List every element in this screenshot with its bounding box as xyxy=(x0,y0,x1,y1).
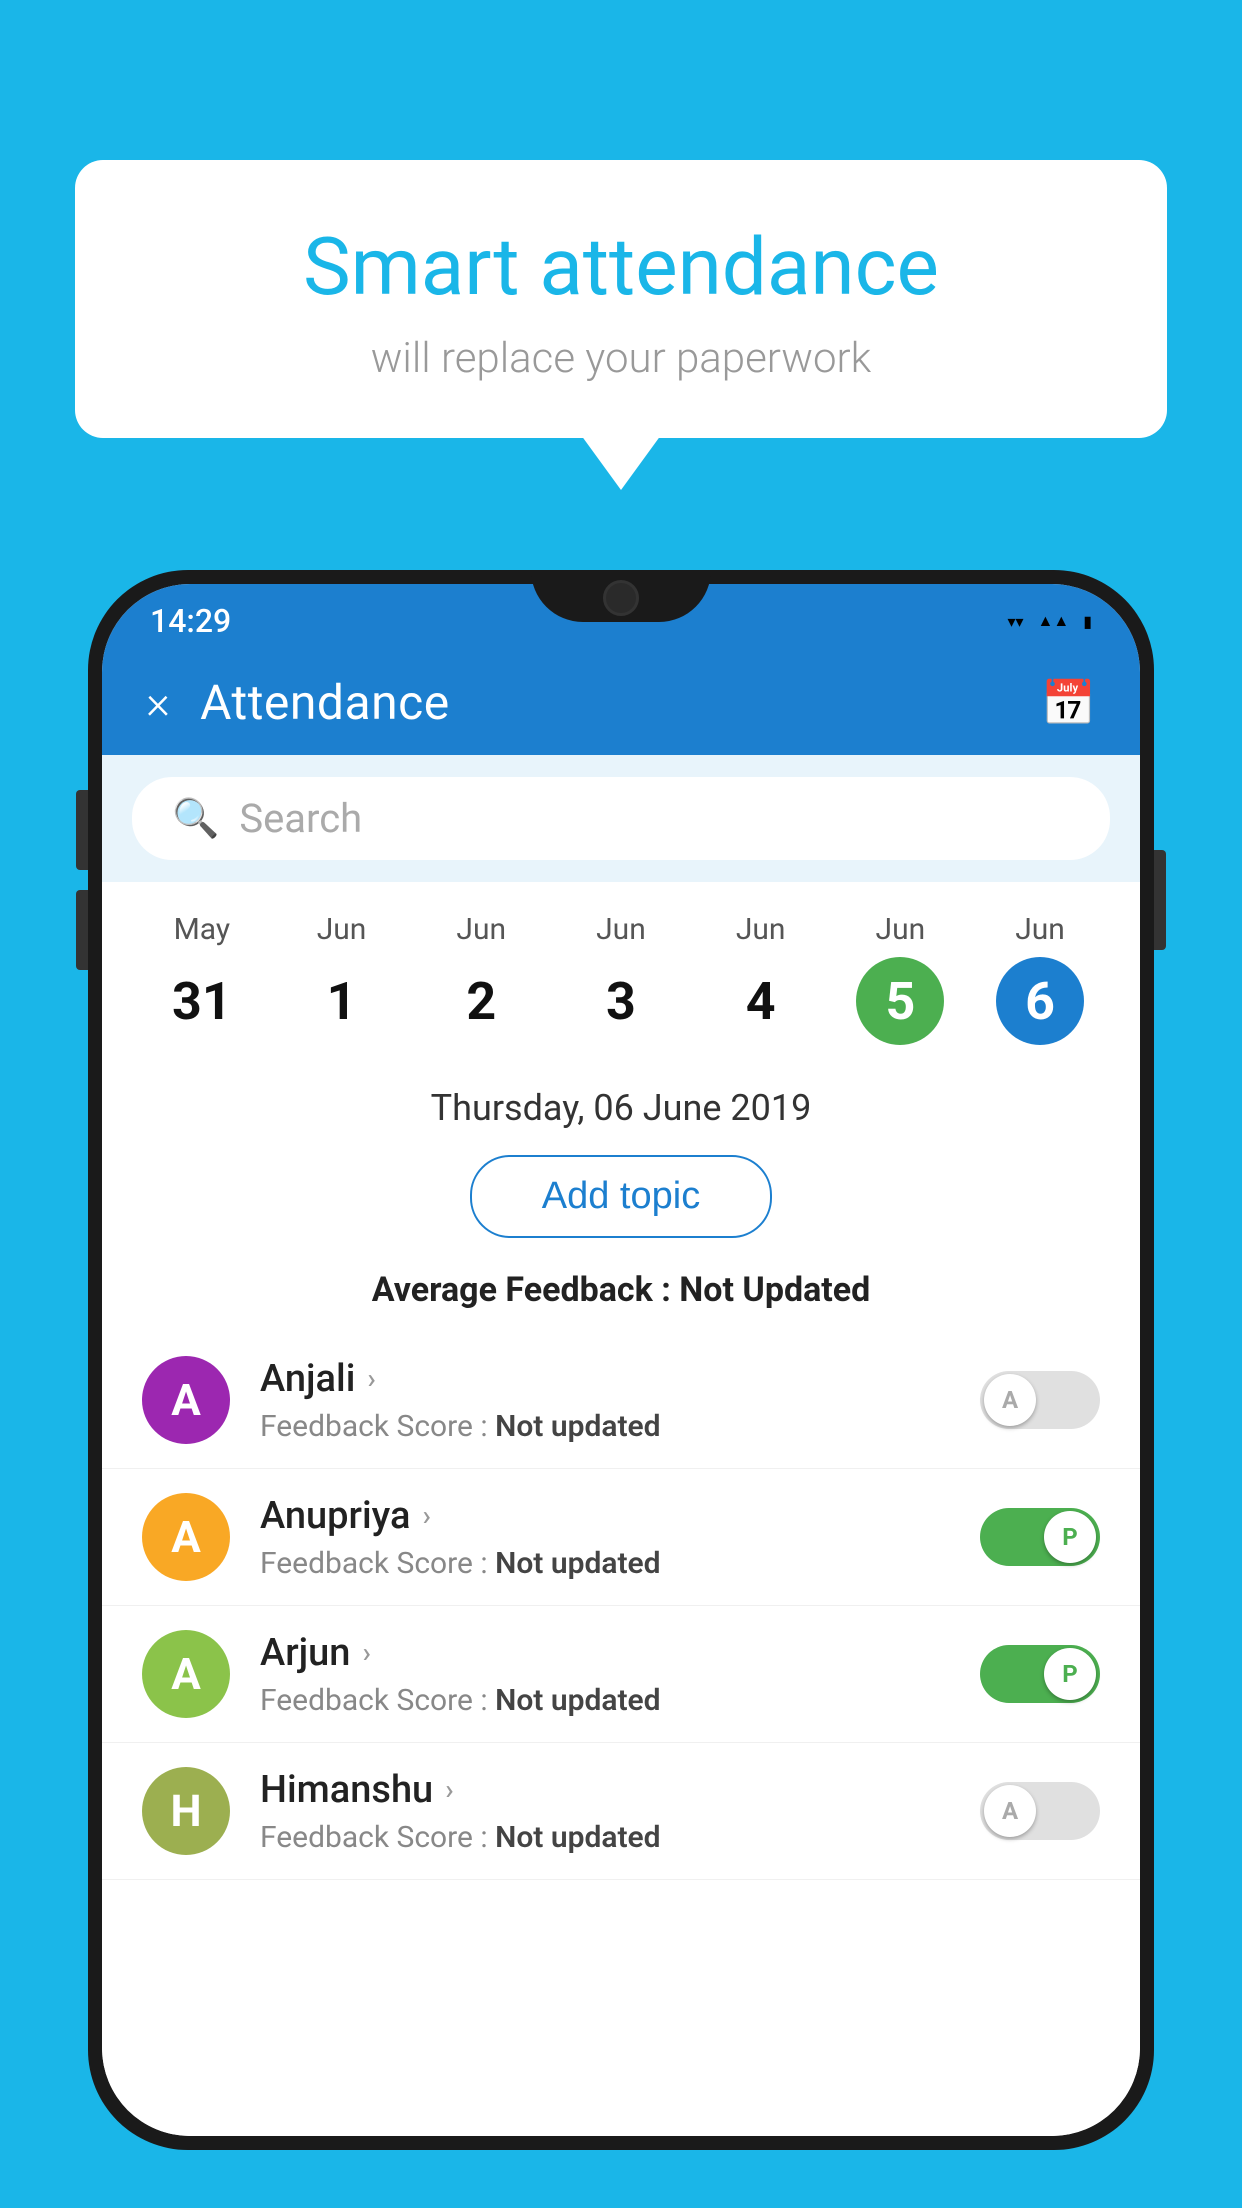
calendar-month: Jun xyxy=(456,912,506,947)
calendar-day[interactable]: Jun 3 xyxy=(577,902,665,1065)
student-name: Anjali › xyxy=(260,1357,950,1401)
close-button[interactable]: × xyxy=(146,680,170,726)
student-info: Arjun › Feedback Score : Not updated xyxy=(260,1631,950,1718)
calendar-icon[interactable]: 📅 xyxy=(1041,677,1096,729)
avg-feedback: Average Feedback : Not Updated xyxy=(102,1254,1140,1332)
student-avatar: A xyxy=(142,1630,230,1718)
calendar-day[interactable]: Jun 4 xyxy=(717,902,805,1065)
calendar-month: Jun xyxy=(596,912,646,947)
phone-camera xyxy=(603,580,639,616)
student-list: AAnjali ›Feedback Score : Not updatedAAA… xyxy=(102,1332,1140,2136)
wifi-icon: ▾▾ xyxy=(1007,612,1023,631)
calendar-month: May xyxy=(174,912,230,947)
speech-bubble: Smart attendance will replace your paper… xyxy=(75,160,1167,438)
volume-down-button xyxy=(76,890,88,970)
search-icon: 🔍 xyxy=(172,797,219,841)
calendar-number[interactable]: 31 xyxy=(158,957,246,1045)
calendar-scroll[interactable]: May 31 Jun 1 Jun 2 Jun 3 Jun 4 Jun 5 Jun 6 xyxy=(102,882,1140,1065)
phone-wrapper: 14:29 ▾▾ ▲▲ ▮ × Attendance 📅 🔍 Search xyxy=(88,570,1154,2208)
attendance-toggle[interactable]: A xyxy=(980,1782,1100,1840)
add-topic-button[interactable]: Add topic xyxy=(470,1155,772,1238)
phone-outer: 14:29 ▾▾ ▲▲ ▮ × Attendance 📅 🔍 Search xyxy=(88,570,1154,2150)
status-time: 14:29 xyxy=(150,602,231,640)
battery-icon: ▮ xyxy=(1083,612,1092,631)
calendar-number[interactable]: 6 xyxy=(996,957,1084,1045)
phone-screen: 14:29 ▾▾ ▲▲ ▮ × Attendance 📅 🔍 Search xyxy=(102,584,1140,2136)
calendar-number[interactable]: 2 xyxy=(437,957,525,1045)
calendar-number[interactable]: 5 xyxy=(856,957,944,1045)
student-feedback: Feedback Score : Not updated xyxy=(260,1820,950,1855)
attendance-toggle[interactable]: A xyxy=(980,1371,1100,1429)
student-name: Himanshu › xyxy=(260,1768,950,1812)
student-item[interactable]: A Anjali › Feedback Score : Not updated A xyxy=(102,1332,1140,1469)
student-info: Himanshu › Feedback Score : Not updated xyxy=(260,1768,950,1855)
calendar-month: Jun xyxy=(1015,912,1065,947)
student-item[interactable]: A Arjun › Feedback Score : Not updated P xyxy=(102,1606,1140,1743)
student-feedback: Feedback Score : Not updated xyxy=(260,1409,950,1444)
calendar-month: Jun xyxy=(317,912,367,947)
power-button xyxy=(1154,850,1166,950)
attendance-toggle-wrap: P xyxy=(980,1645,1100,1703)
attendance-toggle[interactable]: P xyxy=(980,1645,1100,1703)
toggle-thumb: A xyxy=(984,1785,1036,1837)
attendance-toggle[interactable]: P xyxy=(980,1508,1100,1566)
toggle-thumb: A xyxy=(984,1374,1036,1426)
bubble-title: Smart attendance xyxy=(155,220,1087,314)
chevron-icon: › xyxy=(445,1773,453,1806)
search-container: 🔍 Search xyxy=(102,755,1140,882)
add-topic-wrap: Add topic xyxy=(102,1139,1140,1254)
student-avatar: A xyxy=(142,1356,230,1444)
status-icons: ▾▾ ▲▲ ▮ xyxy=(1007,611,1092,631)
search-bar[interactable]: 🔍 Search xyxy=(132,777,1110,860)
calendar-month: Jun xyxy=(736,912,786,947)
student-name: Anupriya › xyxy=(260,1494,950,1538)
signal-icon: ▲▲ xyxy=(1038,611,1070,631)
chevron-icon: › xyxy=(362,1636,370,1669)
toggle-thumb: P xyxy=(1044,1648,1096,1700)
bubble-subtitle: will replace your paperwork xyxy=(155,334,1087,383)
volume-up-button xyxy=(76,790,88,870)
student-feedback: Feedback Score : Not updated xyxy=(260,1683,950,1718)
calendar-number[interactable]: 4 xyxy=(717,957,805,1045)
app-title: Attendance xyxy=(200,674,1011,731)
app-bar: × Attendance 📅 xyxy=(102,650,1140,755)
calendar-month: Jun xyxy=(876,912,926,947)
calendar-day[interactable]: May 31 xyxy=(158,902,246,1065)
calendar-day[interactable]: Jun 2 xyxy=(437,902,525,1065)
calendar-number[interactable]: 3 xyxy=(577,957,665,1045)
student-item[interactable]: A Anupriya › Feedback Score : Not updated P xyxy=(102,1469,1140,1606)
attendance-toggle-wrap: A xyxy=(980,1371,1100,1429)
student-feedback: Feedback Score : Not updated xyxy=(260,1546,950,1581)
search-input[interactable]: Search xyxy=(239,795,362,842)
calendar-day[interactable]: Jun 6 xyxy=(996,902,1084,1065)
chevron-icon: › xyxy=(422,1499,430,1532)
attendance-toggle-wrap: A xyxy=(980,1782,1100,1840)
calendar-day[interactable]: Jun 5 xyxy=(856,902,944,1065)
selected-date-label: Thursday, 06 June 2019 xyxy=(102,1065,1140,1139)
student-name: Arjun › xyxy=(260,1631,950,1675)
toggle-thumb: P xyxy=(1044,1511,1096,1563)
student-info: Anjali › Feedback Score : Not updated xyxy=(260,1357,950,1444)
student-item[interactable]: H Himanshu › Feedback Score : Not updated A xyxy=(102,1743,1140,1880)
student-avatar: H xyxy=(142,1767,230,1855)
calendar-number[interactable]: 1 xyxy=(298,957,386,1045)
attendance-toggle-wrap: P xyxy=(980,1508,1100,1566)
chevron-icon: › xyxy=(367,1362,375,1395)
student-info: Anupriya › Feedback Score : Not updated xyxy=(260,1494,950,1581)
student-avatar: A xyxy=(142,1493,230,1581)
calendar-day[interactable]: Jun 1 xyxy=(298,902,386,1065)
